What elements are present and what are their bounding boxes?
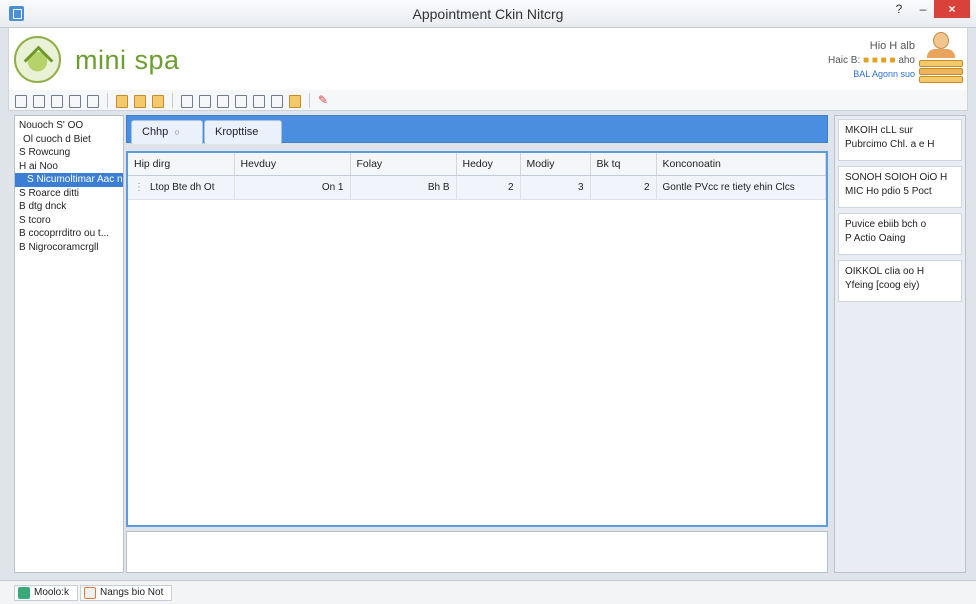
copy-icon[interactable] (48, 93, 64, 108)
check-icon[interactable] (214, 93, 230, 108)
tree-item[interactable]: H ai Noo (15, 160, 123, 174)
brand-info-line1: Hio H alb (869, 40, 915, 52)
brand-name: mini spa (75, 45, 180, 75)
status-item[interactable]: Moolo:k (14, 585, 78, 601)
table-cell[interactable]: 2 (590, 175, 657, 200)
folder-icon[interactable] (113, 93, 129, 108)
refresh-icon[interactable] (232, 93, 248, 108)
brand-info-highlight: ■ ■ ■ ■ (863, 55, 896, 66)
redo-icon[interactable] (268, 93, 284, 108)
info-panel: MKOIH cLL sur Pubrcimo Chl. a e H SONOH … (834, 115, 966, 573)
table-row[interactable]: ⋮ Ltop Bte dh Ot On 1 Bh B 2 3 2 Gontle P… (128, 175, 826, 200)
calendar-icon[interactable] (286, 93, 302, 108)
tree-item[interactable]: B cocoprrditro ou t... (15, 227, 123, 241)
table-icon[interactable] (66, 93, 82, 108)
toolbar-separator (172, 92, 173, 108)
info-card-line: OIKKOL cIia oo H (845, 266, 925, 277)
column-header[interactable]: Hedoy (456, 153, 521, 176)
spa-leaf-logo-icon (14, 36, 61, 83)
row-handle-icon[interactable]: ⋮ (134, 182, 144, 193)
status-item-label: Nangs bio Not (100, 587, 164, 598)
brand-info-line2-text: Haic B: (828, 55, 861, 66)
toolbar: ✎ (8, 90, 968, 111)
minimize-button[interactable]: – (910, 0, 936, 18)
tree-item[interactable]: Nouoch S' OO (15, 119, 123, 133)
tab-strip: Chhp ○ Kropttise (126, 115, 828, 144)
table-cell[interactable]: 2 (456, 175, 521, 200)
color-icon[interactable]: ✎ (315, 93, 331, 108)
lock-icon[interactable] (178, 93, 194, 108)
tree-item[interactable]: B dtg dnck (15, 200, 123, 214)
data-grid: Hip dirg Hevduy Folay Hedoy Modiy Bk tq … (126, 151, 828, 527)
tab-close-icon[interactable]: ○ (174, 127, 179, 137)
toolbar-separator (309, 92, 310, 108)
tab-chhp[interactable]: Chhp ○ (131, 120, 203, 144)
new-icon[interactable] (12, 93, 28, 108)
brand-header: mini spa Hio H alb Haic B: ■ ■ ■ ■ aho B… (8, 28, 968, 90)
user-avatar-icon (919, 30, 963, 86)
detail-panel (126, 531, 828, 573)
brand-info-line2: Haic B: ■ ■ ■ ■ aho (828, 55, 915, 66)
column-header[interactable]: Konconoatin (656, 153, 826, 176)
column-header[interactable]: Hip dirg (128, 153, 235, 176)
table-cell[interactable]: On 1 (234, 175, 351, 200)
status-item[interactable]: Nangs bio Not (80, 585, 172, 601)
info-card[interactable]: Puvice ebiib bch o P Actio Oaing (838, 213, 962, 255)
tab-label: Kropttise (215, 126, 259, 138)
toolbar-separator (107, 92, 108, 108)
status-bar: Moolo:k Nangs bio Not (0, 580, 976, 604)
info-card-line: MKOIH cLL sur (845, 125, 913, 136)
info-card-line: MIC Ho pdio 5 Poct (845, 186, 932, 197)
navigation-tree: Nouoch S' OO Ol cuoch d Biet S Rowcung H… (14, 115, 124, 573)
folder-export-icon[interactable] (149, 93, 165, 108)
tree-item[interactable]: B Nigrocoramcrgll (15, 241, 123, 255)
help-button[interactable]: ? (886, 0, 912, 18)
column-header[interactable]: Modiy (520, 153, 591, 176)
search-icon[interactable] (196, 93, 212, 108)
close-button[interactable]: × (934, 0, 970, 18)
tree-item-selected[interactable]: S Nicumoltimar Aac n (15, 173, 123, 187)
tree-item[interactable]: Ol cuoch d Biet (15, 133, 123, 147)
column-header[interactable]: Hevduy (234, 153, 351, 176)
database-icon (18, 587, 30, 599)
tree-item[interactable]: S Roarce ditti (15, 187, 123, 201)
status-item-label: Moolo:k (34, 587, 70, 598)
table-cell[interactable]: Gontle PVcc re tiety ehin Clcs (656, 175, 826, 200)
window-title: Appointment Ckin Nitcrg (412, 6, 564, 22)
info-card-line: Pubrcimo Chl. a e H (845, 139, 935, 150)
info-card-line: Puvice ebiib bch o (845, 219, 927, 230)
info-card[interactable]: OIKKOL cIia oo H Yfeing [coog eiy) (838, 260, 962, 302)
brand-info-link[interactable]: BAL Agonn suo (828, 69, 915, 79)
table-cell[interactable]: 3 (520, 175, 591, 200)
title-bar: Appointment Ckin Nitcrg ? – × (0, 0, 976, 28)
table-cell[interactable]: ⋮ Ltop Bte dh Ot (128, 175, 235, 200)
tree-item[interactable]: S Rowcung (15, 146, 123, 160)
undo-icon[interactable] (250, 93, 266, 108)
info-card-line: Yfeing [coog eiy) (845, 280, 920, 291)
brand-info-line2-tail: aho (898, 55, 915, 66)
save-icon[interactable] (30, 93, 46, 108)
cell-text: Ltop Bte dh Ot (150, 181, 215, 193)
info-card-line: SONOH SOIOH OiO H (845, 172, 948, 183)
column-header[interactable]: Folay (350, 153, 457, 176)
info-card-line: P Actio Oaing (845, 233, 906, 244)
edit-icon[interactable] (84, 93, 100, 108)
info-card[interactable]: SONOH SOIOH OiO H MIC Ho pdio 5 Poct (838, 166, 962, 208)
tab-label: Chhp (142, 126, 169, 138)
brand-info: Hio H alb Haic B: ■ ■ ■ ■ aho BAL Agonn … (828, 40, 915, 79)
info-card[interactable]: MKOIH cLL sur Pubrcimo Chl. a e H (838, 119, 962, 161)
table-cell[interactable]: Bh B (350, 175, 457, 200)
column-header[interactable]: Bk tq (590, 153, 657, 176)
document-icon (84, 587, 96, 599)
folder-open-icon[interactable] (131, 93, 147, 108)
grid-header-row: Hip dirg Hevduy Folay Hedoy Modiy Bk tq … (128, 153, 826, 176)
tab-kropttise[interactable]: Kropttise (204, 120, 282, 144)
tree-item[interactable]: S tcoro (15, 214, 123, 228)
